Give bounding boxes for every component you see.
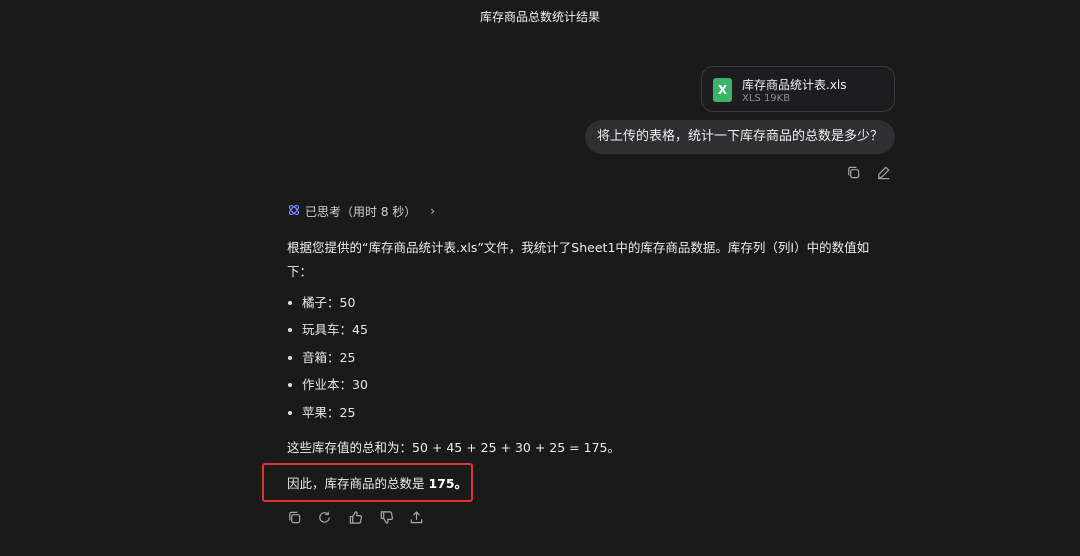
thinking-toggle[interactable]: 已思考（用时 8 秒） › [287,203,435,219]
attachment-card[interactable]: X 库存商品统计表.xls XLS 19KB [701,66,895,112]
answer-intro: 根据您提供的“库存商品统计表.xls”文件，我统计了Sheet1中的库存商品数据… [287,240,870,279]
excel-file-icon: X [713,78,732,102]
sum-line: 这些库存值的总和为：50 + 45 + 25 + 30 + 25 = 175。 [287,440,620,455]
total-value: 175 [428,476,455,491]
thinking-icon [287,203,301,220]
thinking-label: 已思考（用时 8 秒） [305,204,417,219]
final-answer-period: 。 [454,476,468,491]
list-item: 苹果：25 [287,402,368,429]
regenerate-icon[interactable] [316,509,332,525]
thumbs-up-icon[interactable] [347,509,363,525]
attachment-meta: XLS 19KB [742,93,791,104]
inventory-list: 橘子：50 玩具车：45 音箱：25 作业本：30 苹果：25 [287,292,368,429]
edit-icon[interactable] [875,164,891,180]
share-icon[interactable] [408,509,424,525]
user-message: 将上传的表格，统计一下库存商品的总数是多少？ [585,120,895,154]
list-item: 音箱：25 [287,347,368,374]
final-answer-text: 因此，库存商品的总数是 [287,476,429,491]
final-answer: 因此，库存商品的总数是 175。 [287,474,467,494]
copy-icon[interactable] [845,164,861,180]
conversation-title: 库存商品总数统计结果 [479,10,600,24]
copy-icon[interactable] [286,509,302,525]
list-item: 橘子：50 [287,292,368,319]
thumbs-down-icon[interactable] [378,509,394,525]
list-item: 作业本：30 [287,374,368,401]
attachment-name: 库存商品统计表.xls [742,78,847,92]
list-item: 玩具车：45 [287,319,368,346]
chevron-right-icon: › [430,204,436,218]
